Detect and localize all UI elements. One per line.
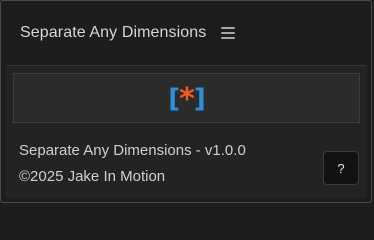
logo-bracket-close: ]: [193, 84, 206, 114]
logo-bracket-open: [: [168, 84, 180, 114]
logo-banner: [*]: [13, 73, 360, 123]
panel-body: [*] Separate Any Dimensions - v1.0.0 ©20…: [5, 65, 367, 198]
menu-icon-bar: [221, 32, 236, 34]
extension-logo: [*]: [168, 83, 206, 115]
logo-star: *: [179, 82, 195, 117]
extension-panel: Separate Any Dimensions [*] Separate Any…: [0, 0, 372, 203]
copyright-text: ©2025 Jake In Motion: [19, 168, 166, 185]
version-text: Separate Any Dimensions - v1.0.0: [19, 142, 246, 159]
menu-icon-bar: [221, 27, 236, 29]
menu-icon-bar: [221, 37, 236, 39]
help-button[interactable]: ?: [323, 151, 359, 185]
hamburger-menu-icon[interactable]: [221, 27, 236, 39]
help-button-label: ?: [337, 160, 345, 176]
panel-title: Separate Any Dimensions: [20, 24, 207, 41]
panel-header: Separate Any Dimensions: [1, 1, 261, 65]
